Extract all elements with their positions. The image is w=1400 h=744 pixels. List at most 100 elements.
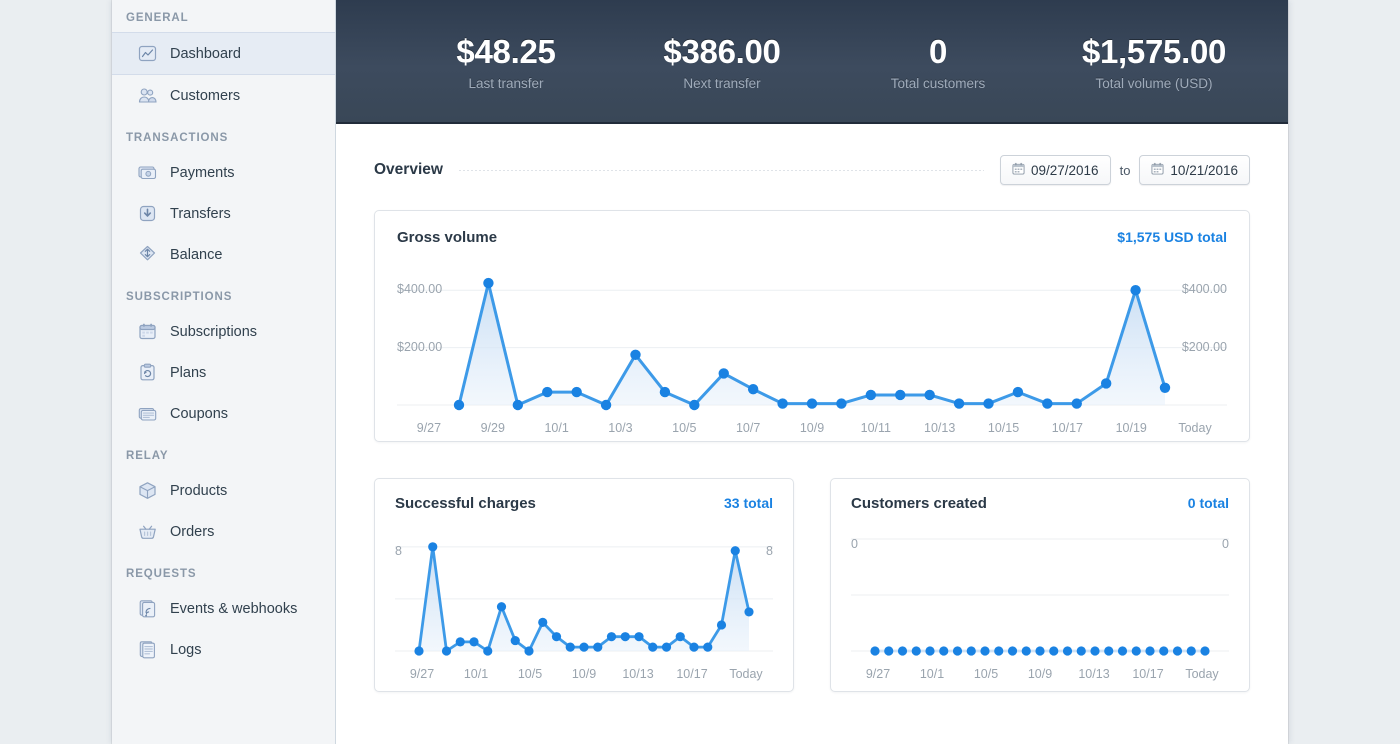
data-point[interactable] <box>600 399 612 411</box>
data-point[interactable] <box>1062 646 1073 656</box>
x-tick-label: 10/9 <box>1027 667 1053 681</box>
data-point[interactable] <box>630 349 641 360</box>
data-point[interactable] <box>1035 646 1045 656</box>
customers-created-total[interactable]: 0 total <box>1188 495 1229 511</box>
data-point[interactable] <box>1159 646 1169 656</box>
date-to-field[interactable]: 10/21/2016 <box>1139 155 1250 185</box>
data-point[interactable] <box>718 368 729 379</box>
data-point[interactable] <box>939 646 949 656</box>
data-point[interactable] <box>538 617 548 627</box>
data-point[interactable] <box>1117 646 1128 656</box>
data-point[interactable] <box>966 646 976 656</box>
data-point[interactable] <box>648 642 658 652</box>
data-point[interactable] <box>571 386 582 398</box>
data-point[interactable] <box>895 389 906 401</box>
data-point[interactable] <box>661 642 672 652</box>
data-point[interactable] <box>510 635 520 646</box>
data-point[interactable] <box>579 642 589 652</box>
data-point[interactable] <box>716 620 727 630</box>
data-point[interactable] <box>659 386 671 398</box>
data-point[interactable] <box>1007 646 1018 656</box>
data-point[interactable] <box>1100 378 1112 389</box>
sidebar-item-balance[interactable]: Balance <box>112 234 335 275</box>
sidebar-item-plans[interactable]: Plans <box>112 352 335 393</box>
data-point[interactable] <box>747 384 759 395</box>
data-point[interactable] <box>897 646 908 656</box>
data-point[interactable] <box>983 398 994 409</box>
data-point[interactable] <box>620 632 630 642</box>
data-point[interactable] <box>925 646 935 656</box>
sidebar-item-products[interactable]: Products <box>112 470 335 511</box>
sidebar-item-subscriptions[interactable]: Subscriptions <box>112 311 335 352</box>
logs-icon <box>139 641 155 659</box>
data-point[interactable] <box>1130 285 1141 296</box>
data-point[interactable] <box>469 637 479 647</box>
data-point[interactable] <box>1131 646 1141 656</box>
data-point[interactable] <box>730 546 740 556</box>
data-point[interactable] <box>911 646 921 656</box>
data-point[interactable] <box>414 646 424 656</box>
data-point[interactable] <box>496 602 507 612</box>
sidebar-item-customers[interactable]: Customers <box>112 75 335 116</box>
customers-created-plot <box>851 538 1229 656</box>
successful-charges-total[interactable]: 33 total <box>724 495 773 511</box>
data-point[interactable] <box>924 389 935 401</box>
data-point[interactable] <box>524 646 534 656</box>
data-point[interactable] <box>836 398 847 409</box>
data-point[interactable] <box>994 646 1004 656</box>
data-point[interactable] <box>634 632 644 642</box>
data-point[interactable] <box>551 632 562 642</box>
data-point[interactable] <box>689 399 700 411</box>
data-point[interactable] <box>953 398 965 409</box>
data-point[interactable] <box>1159 382 1171 393</box>
data-point[interactable] <box>1071 398 1082 409</box>
data-point[interactable] <box>428 542 438 552</box>
data-point[interactable] <box>870 646 880 656</box>
data-point[interactable] <box>593 642 603 652</box>
data-point[interactable] <box>884 646 894 656</box>
data-point[interactable] <box>1090 646 1100 656</box>
data-point[interactable] <box>483 646 493 656</box>
sidebar-item-payments[interactable]: Payments <box>112 152 335 193</box>
data-point[interactable] <box>777 398 788 409</box>
data-point[interactable] <box>1076 646 1086 656</box>
data-point[interactable] <box>1104 646 1114 656</box>
data-point[interactable] <box>1200 646 1210 656</box>
data-point[interactable] <box>1186 646 1196 656</box>
sidebar-item-transfers[interactable]: Transfers <box>112 193 335 234</box>
data-point[interactable] <box>1021 646 1031 656</box>
sidebar-item-logs[interactable]: Logs <box>112 629 335 670</box>
data-point[interactable] <box>1172 646 1183 656</box>
sidebar-item-orders[interactable]: Orders <box>112 511 335 552</box>
sidebar-item-events-webhooks[interactable]: Events & webhooks <box>112 588 335 629</box>
data-point[interactable] <box>865 389 877 401</box>
data-point[interactable] <box>453 399 465 411</box>
sidebar-item-dashboard[interactable]: Dashboard <box>112 32 335 75</box>
data-point[interactable] <box>441 646 452 656</box>
data-point[interactable] <box>1042 398 1053 409</box>
data-point[interactable] <box>606 632 617 642</box>
data-point[interactable] <box>1012 386 1024 398</box>
data-point[interactable] <box>455 637 465 647</box>
data-point[interactable] <box>980 646 990 656</box>
data-point[interactable] <box>806 398 818 409</box>
data-point[interactable] <box>952 646 963 656</box>
data-point[interactable] <box>689 642 699 652</box>
stat-value: $48.25 <box>456 33 556 70</box>
sidebar-item-label: Coupons <box>170 405 229 422</box>
sidebar-item-coupons[interactable]: Coupons <box>112 393 335 434</box>
data-point[interactable] <box>565 642 575 652</box>
card-title: Gross volume <box>397 229 498 246</box>
data-point[interactable] <box>675 632 685 642</box>
data-point[interactable] <box>483 277 494 289</box>
gross-volume-total[interactable]: $1,575 USD total <box>1117 229 1227 245</box>
data-point[interactable] <box>703 642 713 652</box>
date-from-field[interactable]: 09/27/2016 <box>1000 155 1111 185</box>
data-point[interactable] <box>744 607 754 617</box>
stats-header: $48.25 Last transfer $386.00 Next transfer 0… <box>336 0 1288 124</box>
sidebar-item-label: Transfers <box>170 205 231 222</box>
data-point[interactable] <box>542 386 553 398</box>
data-point[interactable] <box>512 399 524 411</box>
data-point[interactable] <box>1049 646 1059 656</box>
data-point[interactable] <box>1145 646 1155 656</box>
